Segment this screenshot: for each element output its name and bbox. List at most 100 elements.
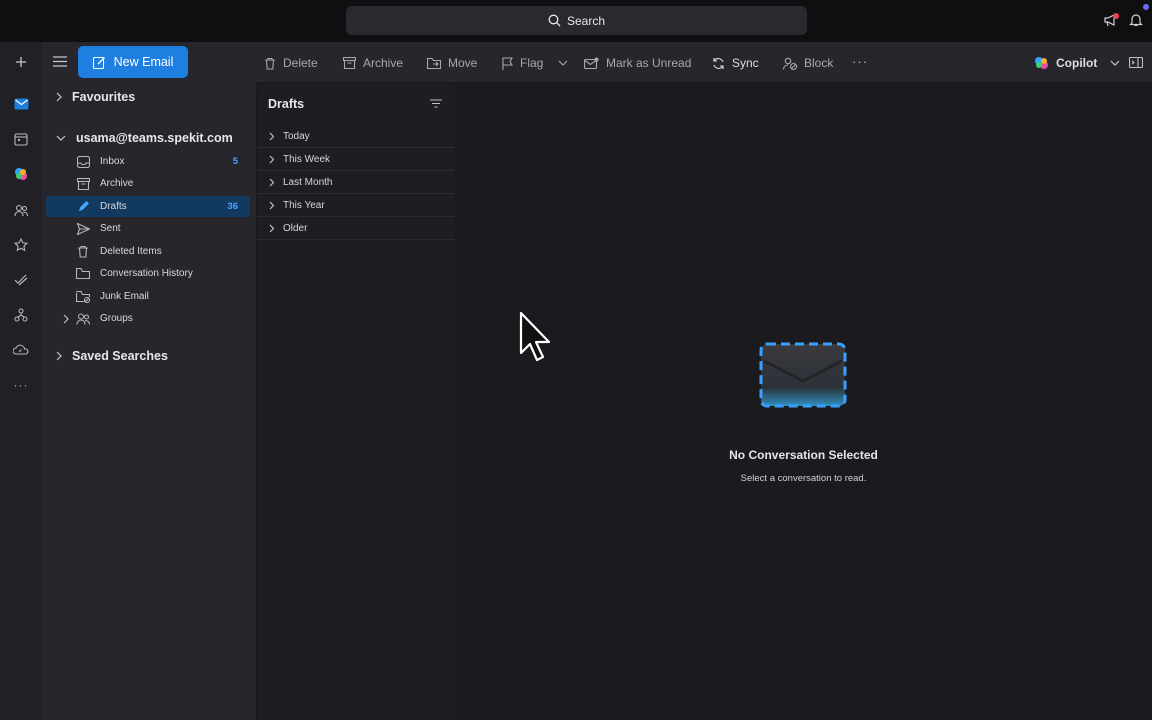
folder-conversation-history[interactable]: Conversation History <box>46 263 250 284</box>
hamburger-menu-icon[interactable] <box>53 56 67 67</box>
account-section[interactable]: usama@teams.spekit.com <box>56 131 233 145</box>
search-label: Search <box>566 13 606 28</box>
group-label: This Year <box>283 199 325 211</box>
presence-dot <box>1143 4 1149 10</box>
folder-label: Groups <box>100 313 133 324</box>
mouse-cursor-icon <box>519 311 553 363</box>
group-label: Last Month <box>283 176 333 188</box>
folder-label: Drafts <box>100 201 127 212</box>
favourites-label: Favourites <box>72 90 136 104</box>
mark-as-unread-label: Mark as Unread <box>606 56 692 70</box>
copilot-button[interactable]: Copilot <box>1034 54 1120 72</box>
delete-label: Delete <box>283 56 318 70</box>
folder-icon <box>75 266 91 282</box>
sync-icon <box>713 57 724 69</box>
chevron-down-icon <box>56 135 66 141</box>
sync-button[interactable]: Sync <box>712 54 759 72</box>
move-button[interactable]: Move <box>427 54 477 72</box>
folder-sent[interactable]: Sent <box>46 218 250 239</box>
move-folder-icon <box>427 57 441 69</box>
copilot-label: Copilot <box>1056 56 1098 70</box>
todo-check-icon[interactable] <box>11 270 31 290</box>
star-icon[interactable] <box>11 235 31 255</box>
reading-pane-toggle-icon[interactable] <box>1129 57 1143 68</box>
group-label: Today <box>283 130 310 142</box>
message-list-title: Drafts <box>268 97 305 111</box>
flag-button[interactable]: Flag <box>502 54 568 72</box>
group-this-year[interactable]: This Year <box>258 194 455 217</box>
more-options-icon[interactable]: ··· <box>852 54 868 69</box>
folder-inbox[interactable]: Inbox 5 <box>46 151 250 172</box>
group-this-week[interactable]: This Week <box>258 148 455 171</box>
org-chart-icon[interactable] <box>11 305 31 325</box>
folder-label: Sent <box>100 223 121 234</box>
plus-icon[interactable] <box>11 52 31 72</box>
bell-icon[interactable] <box>1129 12 1143 27</box>
folder-junk-email[interactable]: Junk Email <box>46 286 250 307</box>
flag-icon <box>502 56 513 70</box>
cloud-speed-icon[interactable] <box>11 340 31 360</box>
inbox-icon <box>75 154 91 170</box>
message-list: Drafts Today This Week Last Month This Y… <box>258 84 455 720</box>
folder-drafts[interactable]: Drafts 36 <box>46 196 250 217</box>
archive-box-icon <box>343 57 356 69</box>
compose-icon <box>92 56 105 69</box>
chevron-right-icon <box>269 224 275 232</box>
mark-as-unread-button[interactable]: Mark as Unread <box>584 54 691 72</box>
title-bar: Search <box>0 0 1152 42</box>
group-older[interactable]: Older <box>258 217 455 240</box>
chevron-right-icon <box>269 155 275 163</box>
sync-label: Sync <box>732 56 759 70</box>
mail-icon[interactable] <box>11 94 31 114</box>
mail-unread-icon <box>584 57 599 69</box>
empty-state-title: No Conversation Selected <box>729 448 878 462</box>
more-apps-icon[interactable]: ··· <box>11 375 31 395</box>
group-label: Older <box>283 222 308 234</box>
block-button[interactable]: Block <box>783 54 833 72</box>
calendar-icon[interactable] <box>11 129 31 149</box>
search-icon <box>548 14 561 27</box>
search-box[interactable]: Search <box>346 6 807 35</box>
chevron-right-icon <box>56 351 62 361</box>
unread-count: 5 <box>232 156 238 167</box>
folder-label: Conversation History <box>100 268 193 279</box>
chevron-down-icon[interactable] <box>1110 60 1120 66</box>
folder-archive[interactable]: Archive <box>46 173 250 194</box>
filter-icon[interactable] <box>430 99 442 108</box>
people-icon <box>75 311 91 327</box>
junk-folder-icon <box>75 289 91 305</box>
chevron-down-icon[interactable] <box>558 60 568 66</box>
folder-groups[interactable]: Groups <box>46 308 250 329</box>
pencil-icon <box>75 199 91 215</box>
archive-label: Archive <box>363 56 404 70</box>
archive-box-icon <box>75 176 91 192</box>
group-last-month[interactable]: Last Month <box>258 171 455 194</box>
copilot-icon <box>1035 57 1048 69</box>
chevron-right-icon <box>269 178 275 186</box>
folder-label: Archive <box>100 178 134 189</box>
chevron-right-icon <box>269 132 275 140</box>
people-icon[interactable] <box>11 200 31 220</box>
chevron-right-icon[interactable] <box>63 314 69 324</box>
delete-button[interactable]: Delete <box>264 54 318 72</box>
folder-label: Junk Email <box>100 291 149 302</box>
new-email-button[interactable]: New Email <box>78 46 188 78</box>
archive-button[interactable]: Archive <box>343 54 403 72</box>
notification-dot <box>1113 13 1119 19</box>
saved-searches-section[interactable]: Saved Searches <box>56 349 168 363</box>
folder-label: Inbox <box>100 156 125 167</box>
chevron-right-icon <box>269 201 275 209</box>
new-email-label: New Email <box>113 55 174 69</box>
flag-label: Flag <box>520 56 544 70</box>
send-icon <box>75 221 91 237</box>
group-label: This Week <box>283 153 331 165</box>
folder-deleted-items[interactable]: Deleted Items <box>46 241 250 262</box>
move-label: Move <box>448 56 478 70</box>
empty-envelope-icon <box>758 341 848 409</box>
saved-searches-label: Saved Searches <box>72 349 168 363</box>
reading-pane: No Conversation Selected Select a conver… <box>461 84 1146 720</box>
copilot-icon[interactable] <box>11 164 31 184</box>
favourites-section[interactable]: Favourites <box>56 90 135 104</box>
trash-icon <box>75 244 91 260</box>
group-today[interactable]: Today <box>258 125 455 148</box>
